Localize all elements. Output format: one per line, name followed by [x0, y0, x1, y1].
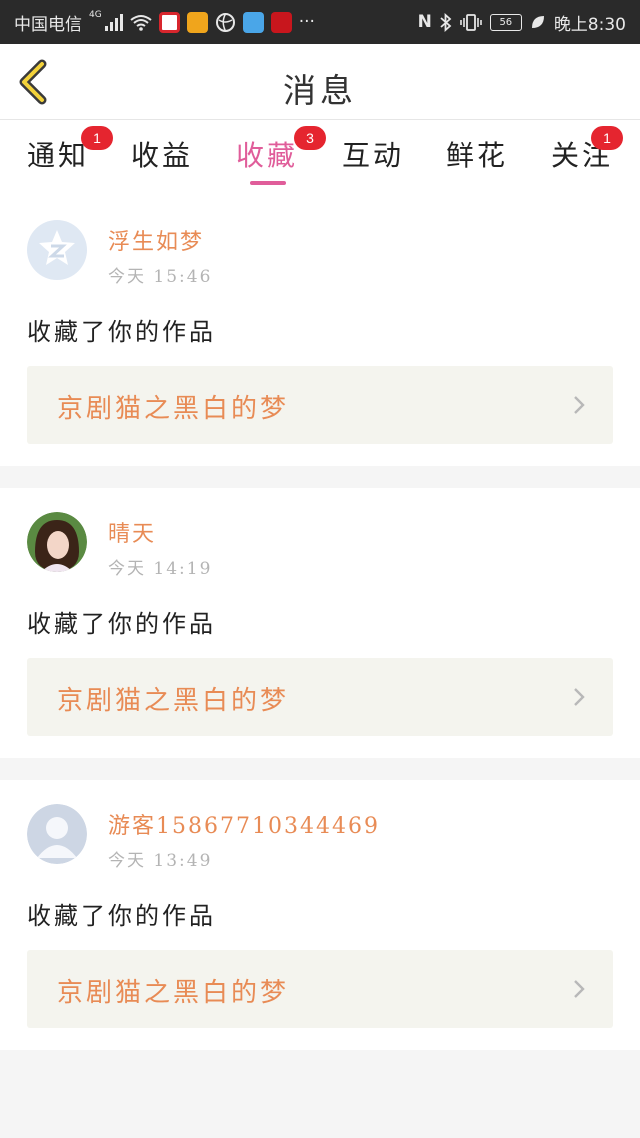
- active-tab-indicator: [250, 181, 286, 185]
- message-time: 今天 14:19: [108, 559, 213, 579]
- clock: 晚上8:30: [553, 14, 626, 35]
- work-link[interactable]: 京剧猫之黑白的梦: [27, 366, 613, 444]
- tab-flowers[interactable]: 鲜花: [446, 134, 508, 174]
- user-photo: [27, 512, 87, 572]
- message-text: 收藏了你的作品: [27, 318, 216, 346]
- message-card: 晴天 今天 14:19 收藏了你的作品 京剧猫之黑白的梦: [0, 488, 640, 758]
- more-notifications: ···: [298, 12, 315, 32]
- tab-interactions[interactable]: 互动: [342, 134, 404, 174]
- work-title: 京剧猫之黑白的梦: [57, 978, 290, 1008]
- tab-label: 收藏: [236, 139, 299, 172]
- message-text: 收藏了你的作品: [27, 610, 216, 638]
- wifi-icon: [130, 14, 152, 31]
- network-type: 4G: [89, 10, 102, 20]
- tab-favorites[interactable]: 收藏 3: [236, 126, 327, 174]
- message-time: 今天 15:46: [108, 267, 213, 287]
- tab-label: 鲜花: [446, 139, 509, 172]
- message-text: 收藏了你的作品: [27, 902, 216, 930]
- qq-browser-icon: [242, 11, 264, 33]
- work-title: 京剧猫之黑白的梦: [57, 394, 290, 424]
- carrier-label: 中国电信: [14, 14, 82, 35]
- bluetooth-icon: [440, 12, 452, 32]
- user-name[interactable]: 游客15867710344469: [108, 808, 380, 840]
- default-user-icon: [27, 804, 87, 864]
- news-app-icon: [158, 11, 180, 33]
- message-card: 游客15867710344469 今天 13:49 收藏了你的作品 京剧猫之黑白…: [0, 780, 640, 1050]
- tab-bar: 通知 1 收益 收藏 3 互动 鲜花 关注 1: [0, 120, 640, 198]
- avatar[interactable]: [27, 512, 87, 572]
- tab-following[interactable]: 关注 1: [551, 126, 624, 174]
- unread-badge: 1: [81, 126, 114, 150]
- message-card: 浮生如梦 今天 15:46 收藏了你的作品 京剧猫之黑白的梦: [0, 196, 640, 466]
- header-bar: 消息: [0, 44, 640, 120]
- work-link[interactable]: 京剧猫之黑白的梦: [27, 658, 613, 736]
- avatar[interactable]: [27, 804, 87, 864]
- leaf-icon: [531, 16, 544, 28]
- work-title: 京剧猫之黑白的梦: [57, 686, 290, 716]
- default-avatar-icon: [28, 221, 86, 279]
- chevron-right-icon: [574, 980, 585, 998]
- tab-label: 互动: [342, 139, 405, 172]
- video-app-icon: [186, 11, 208, 33]
- vibrate-icon: [460, 13, 482, 31]
- work-link[interactable]: 京剧猫之黑白的梦: [27, 950, 613, 1028]
- message-time: 今天 13:49: [108, 851, 213, 871]
- tab-label: 收益: [131, 139, 194, 172]
- tab-label: 通知: [27, 139, 90, 172]
- page-title: 消息: [283, 71, 357, 110]
- unread-badge: 1: [591, 126, 624, 150]
- tab-earnings[interactable]: 收益: [131, 134, 193, 174]
- chevron-right-icon: [574, 396, 585, 414]
- user-name[interactable]: 浮生如梦: [108, 224, 204, 256]
- unread-badge: 3: [294, 126, 327, 150]
- browser-icon: [215, 12, 235, 32]
- battery-icon: 56: [489, 13, 522, 31]
- app-icon: [270, 11, 292, 33]
- tab-notifications[interactable]: 通知 1: [27, 126, 114, 174]
- user-name[interactable]: 晴天: [108, 516, 156, 548]
- chevron-right-icon: [574, 688, 585, 706]
- nfc-icon: N: [417, 12, 432, 32]
- status-bar: 中国电信 4G ··· N 56 晚上8:30: [0, 0, 640, 44]
- avatar[interactable]: [27, 220, 87, 280]
- signal-icon: [104, 13, 123, 31]
